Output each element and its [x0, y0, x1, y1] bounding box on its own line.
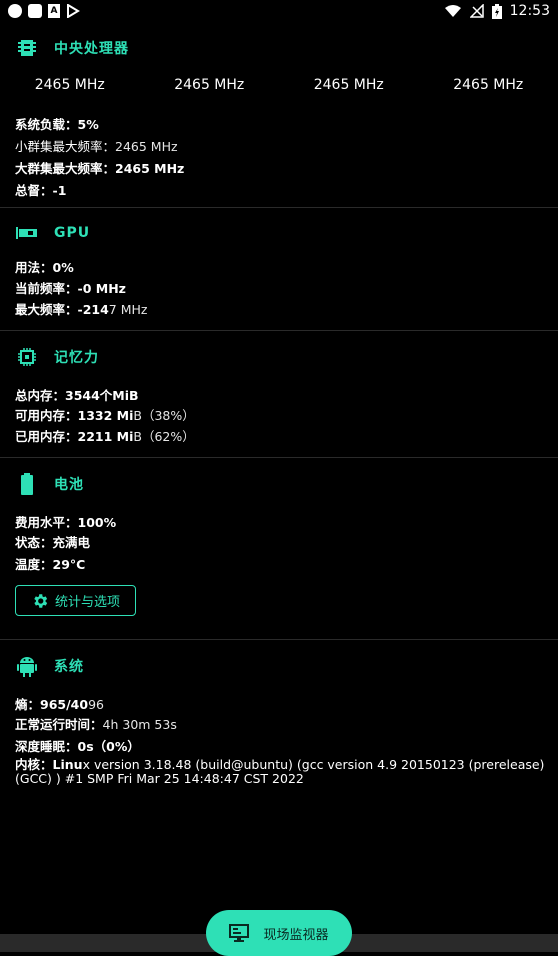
- cpu-title: 中央处理器: [54, 38, 129, 58]
- system-header: 系统: [16, 655, 84, 677]
- notification-dot-icon: [8, 4, 22, 18]
- memory-used: 已用内存：2211 MiB（62%）: [15, 426, 195, 445]
- system-deep-sleep: 深度睡眠：0s（0%）: [15, 736, 140, 755]
- gpu-max-freq: 最大频率：-2147 MHz: [15, 299, 147, 318]
- android-icon: [16, 655, 38, 677]
- battery-charging-icon: [492, 4, 502, 19]
- system-entropy: 熵：965/4096: [15, 694, 104, 713]
- battery-level: 费用水平：100%: [15, 512, 116, 531]
- gpu-usage: 用法：0%: [15, 257, 74, 276]
- cpu-big-max: 大群集最大频率：2465 MHz: [15, 158, 184, 177]
- stats-options-button[interactable]: 统计与选项: [15, 585, 136, 616]
- memory-available: 可用内存：1332 MiB（38%）: [15, 405, 195, 424]
- cpu-header: 中央处理器: [16, 37, 129, 59]
- memory-header: 记忆力: [16, 346, 99, 368]
- status-time: 12:53: [510, 3, 550, 19]
- gpu-current-freq: 当前频率：-0 MHz: [15, 278, 126, 297]
- a-icon: A: [48, 4, 60, 18]
- status-bar: A 12:53: [0, 0, 558, 24]
- cpu-load: 系统负载：5%: [15, 114, 99, 133]
- no-signal-icon: [470, 4, 484, 18]
- memory-total: 总内存：3544个MiB: [15, 385, 139, 404]
- cpu-icon: [16, 37, 38, 59]
- core-freq: 2465 MHz: [140, 77, 280, 93]
- system-uptime: 正常运行时间：4h 30m 53s: [15, 714, 177, 733]
- status-left: A: [8, 4, 80, 18]
- core-freq: 2465 MHz: [419, 77, 558, 93]
- battery-icon: [16, 473, 38, 495]
- divider: [0, 457, 558, 458]
- cpu-little-max: 小群集最大频率：2465 MHz: [15, 136, 178, 155]
- memory-chip-icon: [16, 346, 38, 368]
- system-title: 系统: [54, 656, 84, 676]
- wifi-icon: [444, 4, 462, 18]
- system-kernel: 内核：Linux version 3.18.48 (build@ubuntu) …: [15, 758, 545, 786]
- memory-title: 记忆力: [54, 347, 99, 367]
- status-right: 12:53: [444, 3, 550, 19]
- monitor-icon: [229, 924, 249, 942]
- cpu-core-freqs: 2465 MHz 2465 MHz 2465 MHz 2465 MHz: [0, 77, 558, 93]
- play-icon: [66, 4, 80, 18]
- battery-state: 状态：充满电: [15, 532, 90, 551]
- cpu-governor: 总督：-1: [15, 180, 66, 199]
- battery-header: 电池: [16, 473, 84, 495]
- gpu-icon: [16, 222, 38, 244]
- live-monitor-label: 现场监视器: [263, 924, 328, 943]
- live-monitor-button[interactable]: 现场监视器: [206, 910, 352, 956]
- battery-temperature: 温度：29°C: [15, 554, 85, 573]
- battery-title: 电池: [54, 474, 84, 494]
- divider: [0, 207, 558, 208]
- core-freq: 2465 MHz: [0, 77, 140, 93]
- divider: [0, 639, 558, 640]
- divider: [0, 330, 558, 331]
- stats-options-label: 统计与选项: [55, 591, 120, 610]
- gpu-header: GPU: [16, 222, 90, 244]
- gpu-title: GPU: [54, 225, 90, 241]
- square-icon: [28, 4, 42, 18]
- core-freq: 2465 MHz: [279, 77, 419, 93]
- gear-icon: [31, 592, 49, 610]
